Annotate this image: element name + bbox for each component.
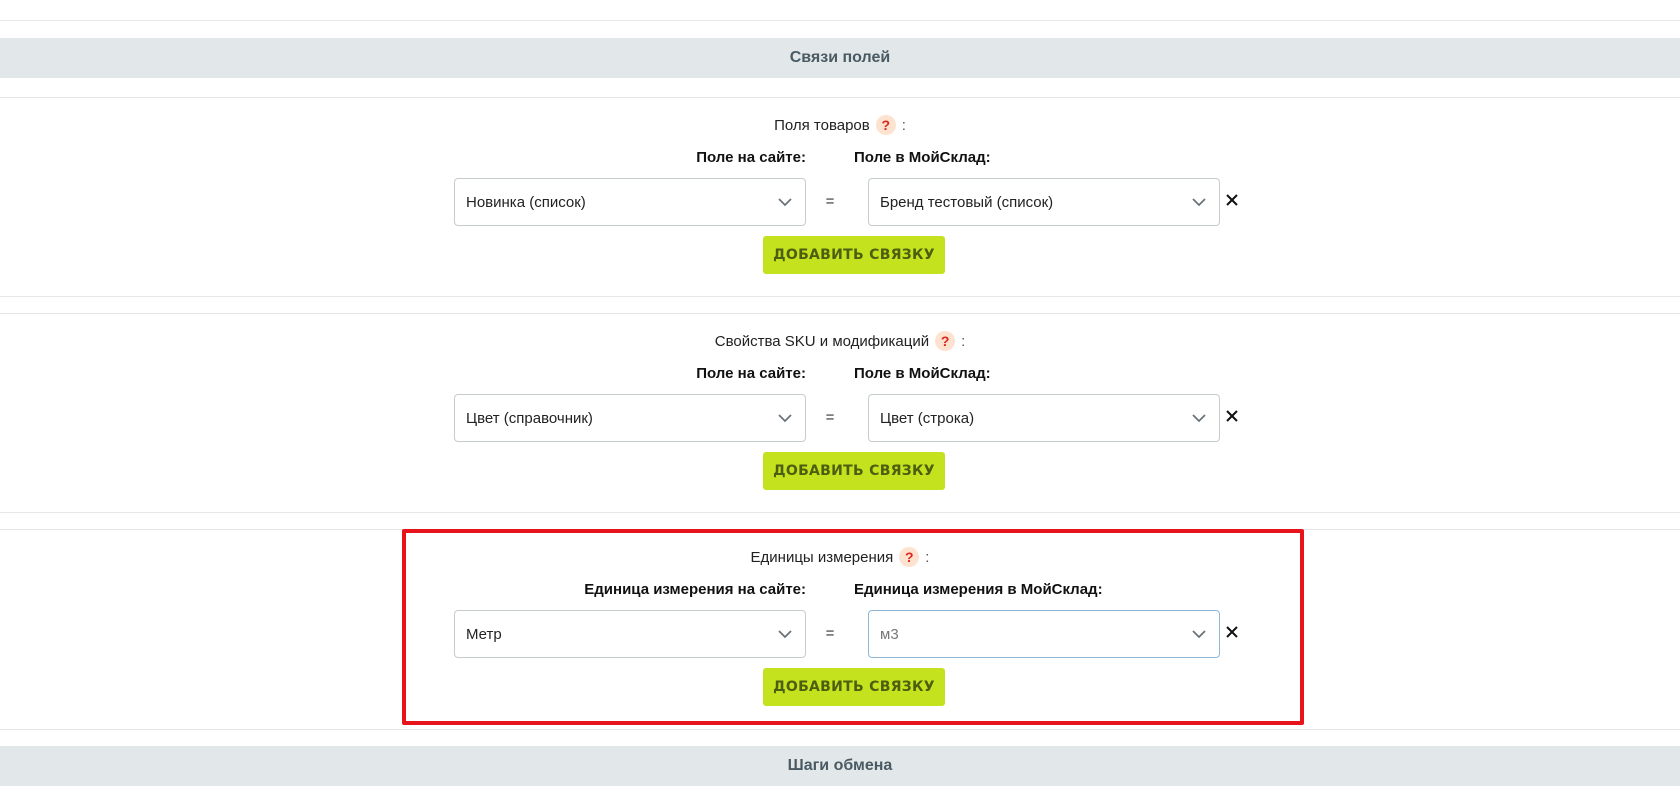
select-value: Метр (466, 625, 502, 643)
close-icon[interactable] (1224, 408, 1240, 424)
chevron-down-icon (778, 198, 792, 207)
chevron-down-icon (1192, 630, 1206, 639)
block-title-colon: : (925, 548, 930, 566)
divider (0, 313, 1680, 314)
chevron-down-icon (778, 414, 792, 423)
section-header-field-links: Связи полей (0, 38, 1680, 78)
divider (0, 20, 1680, 21)
divider (0, 296, 1680, 297)
add-link-button[interactable]: ДОБАВИТЬ СВЯЗКУ (763, 236, 945, 274)
block-title: Свойства SKU и модификаций ? : (0, 330, 1680, 352)
site-field-label: Поле на сайте: (696, 365, 806, 382)
chevron-down-icon (1192, 198, 1206, 207)
block-title: Поля товаров ? : (0, 114, 1680, 136)
block-title-text: Поля товаров (774, 116, 870, 134)
divider (0, 97, 1680, 98)
equals-sign: = (825, 193, 835, 210)
moysklad-unit-select[interactable]: м3 (868, 610, 1220, 658)
select-value: Новинка (список) (466, 193, 586, 211)
field-link-block-units: Единицы измерения ? : Единица измерения … (0, 546, 1680, 716)
close-icon[interactable] (1224, 624, 1240, 640)
close-icon[interactable] (1224, 192, 1240, 208)
moysklad-field-select[interactable]: Бренд тестовый (список) (868, 178, 1220, 226)
chevron-down-icon (778, 630, 792, 639)
block-title: Единицы измерения ? : (0, 546, 1680, 568)
select-value: Цвет (справочник) (466, 409, 593, 427)
page: Связи полей Поля товаров ? : Поле на сай… (0, 0, 1680, 801)
block-title-text: Свойства SKU и модификаций (714, 332, 930, 350)
section-header-exchange-steps: Шаги обмена (0, 746, 1680, 786)
add-link-button[interactable]: ДОБАВИТЬ СВЯЗКУ (763, 452, 945, 490)
moysklad-field-label: Поле в МойСклад: (854, 149, 991, 166)
moysklad-field-label: Поле в МойСклад: (854, 365, 991, 382)
site-unit-select[interactable]: Метр (454, 610, 806, 658)
site-field-select[interactable]: Новинка (список) (454, 178, 806, 226)
block-title-colon: : (961, 332, 966, 350)
site-field-select[interactable]: Цвет (справочник) (454, 394, 806, 442)
field-link-block-sku: Свойства SKU и модификаций ? : Поле на с… (0, 330, 1680, 500)
field-link-block-products: Поля товаров ? : Поле на сайте: Поле в М… (0, 114, 1680, 284)
select-value: Бренд тестовый (список) (880, 193, 1054, 211)
block-title-text: Единицы измерения (750, 548, 894, 566)
select-value: Цвет (строка) (880, 409, 975, 427)
block-title-colon: : (901, 116, 906, 134)
select-value: м3 (880, 625, 899, 643)
divider (0, 512, 1680, 513)
site-unit-label: Единица измерения на сайте: (584, 581, 806, 598)
divider (0, 529, 1680, 530)
section-header-title: Связи полей (789, 49, 891, 66)
site-field-label: Поле на сайте: (696, 149, 806, 166)
question-icon[interactable]: ? (899, 547, 920, 567)
chevron-down-icon (1192, 414, 1206, 423)
add-link-button[interactable]: ДОБАВИТЬ СВЯЗКУ (763, 668, 945, 706)
equals-sign: = (825, 409, 835, 426)
moysklad-field-select[interactable]: Цвет (строка) (868, 394, 1220, 442)
moysklad-unit-label: Единица измерения в МойСклад: (854, 581, 1103, 598)
divider (0, 729, 1680, 730)
question-icon[interactable]: ? (875, 115, 896, 135)
question-icon[interactable]: ? (935, 331, 956, 351)
section-header-title: Шаги обмена (787, 757, 893, 774)
equals-sign: = (825, 625, 835, 642)
